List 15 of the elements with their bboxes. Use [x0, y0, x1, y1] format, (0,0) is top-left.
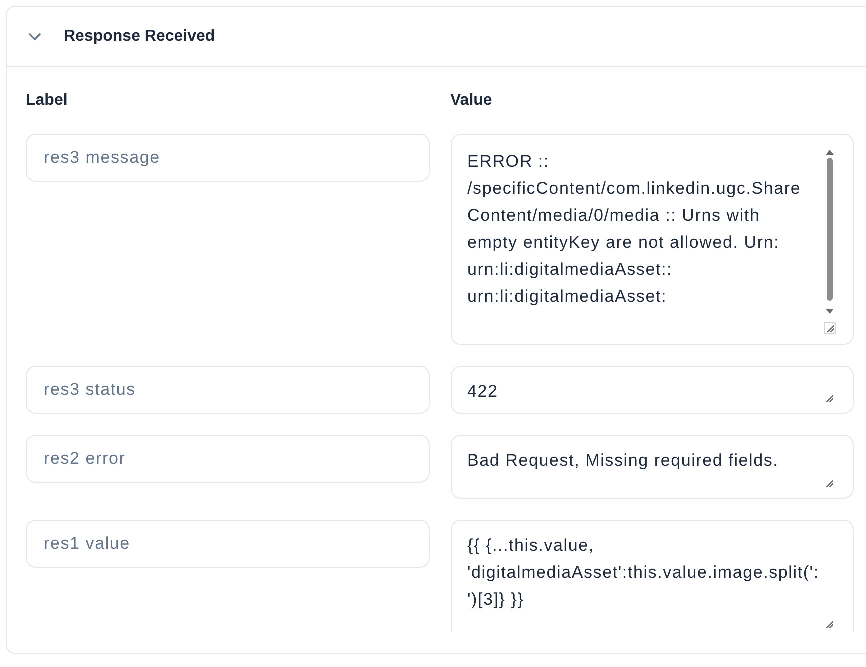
value-textarea[interactable]: Bad Request, Missing required fields.: [450, 435, 854, 499]
column-header: Value: [450, 91, 492, 111]
resize-grip-icon[interactable]: [825, 479, 834, 488]
value-textarea[interactable]: {{ {...this.value, 'digitalmediaAsset':this.value.image.split(': ')[3]} }}: [450, 520, 854, 632]
column-header: Label: [26, 91, 68, 111]
label-input[interactable]: res3 status: [26, 366, 430, 414]
resize-grip-icon[interactable]: [825, 394, 834, 403]
value-textarea[interactable]: ERROR :: /specificContent/com.linkedin.ugc.ShareContent/media/0/media :: Urns with empty entityKey are not allowed. Urn: urn:li:digitalmediaAsset:: urn:li:digitalmediaAsset:: [450, 134, 854, 345]
resize-grip-icon[interactable]: [825, 620, 834, 629]
chevron-icon: [29, 32, 41, 40]
label-input[interactable]: res2 error: [26, 435, 430, 483]
label-input[interactable]: res3 message: [26, 134, 430, 182]
panel-toggle[interactable]: Response Received: [29, 28, 216, 46]
value-textarea[interactable]: 422: [450, 366, 854, 414]
label-input[interactable]: res1 value: [26, 520, 430, 568]
